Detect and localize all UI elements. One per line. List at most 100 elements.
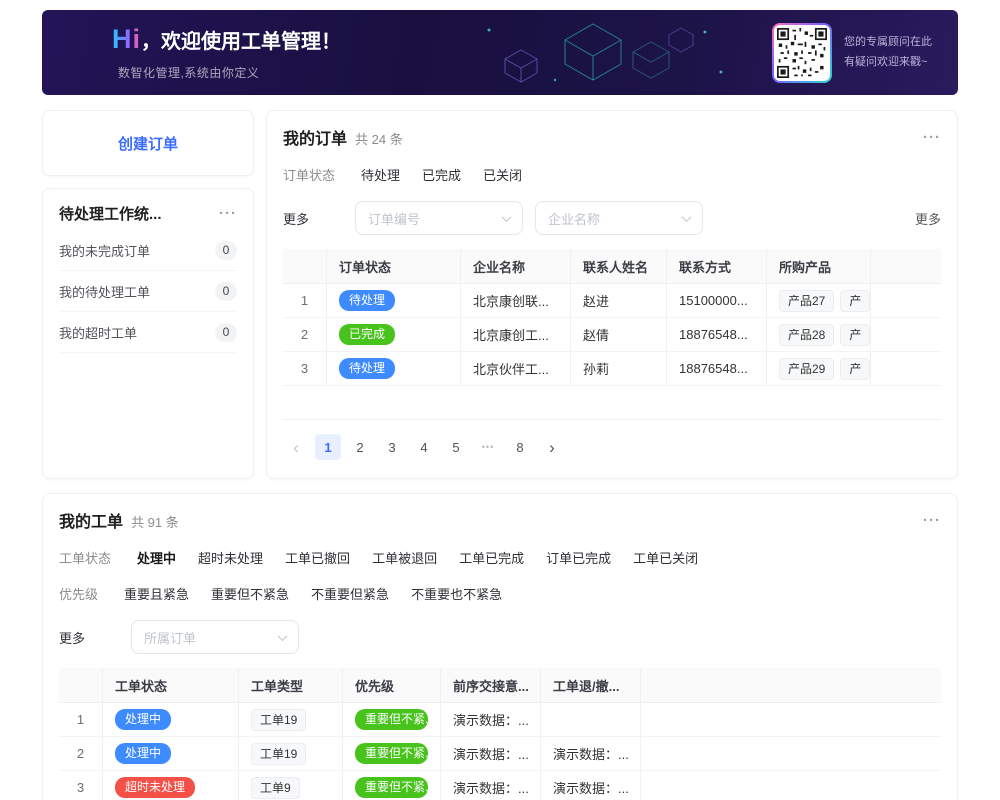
welcome-banner: Hi ，欢迎使用工单管理！ 数智化管理,系统由你定义 <box>42 10 958 95</box>
priority-badge: 重要但不紧... <box>355 777 428 798</box>
page-button-1[interactable]: 1 <box>315 434 341 460</box>
banner-right: 您的专属顾问在此 有疑问欢迎来戳~ <box>772 23 932 83</box>
orders-table-header: 订单状态 企业名称 联系人姓名 联系方式 所购产品 <box>283 249 941 284</box>
page-button-2[interactable]: 2 <box>347 434 373 460</box>
ticket-status-badge: 处理中 <box>115 709 171 730</box>
row-index: 3 <box>283 352 327 385</box>
chevron-down-icon <box>502 212 512 222</box>
filter-option-important-not-urgent[interactable]: 重要但不紧急 <box>211 584 289 603</box>
priority-filter-row: 优先级 重要且紧急 重要但不紧急 不重要但紧急 不重要也不紧急 <box>59 584 941 603</box>
stats-card-title: 待处理工作统... <box>59 203 162 224</box>
more-menu-icon[interactable]: ··· <box>923 513 941 528</box>
banner-hi-text: Hi <box>112 24 141 55</box>
order-no-placeholder: 订单编号 <box>368 209 420 228</box>
company-name-placeholder: 企业名称 <box>548 209 600 228</box>
pending-work-stats-card: 待处理工作统... ··· 我的未完成订单 0 我的待处理工单 0 我的超时工单… <box>42 188 254 479</box>
phone-cell: 18876548... <box>667 318 767 351</box>
stat-row-overtime-tickets[interactable]: 我的超时工单 0 <box>59 312 237 353</box>
filter-option-processing[interactable]: 处理中 <box>137 548 176 567</box>
create-order-button[interactable]: 创建订单 <box>118 133 178 154</box>
chevron-down-icon <box>682 212 692 222</box>
order-row[interactable]: 1 待处理 北京康创联... 赵进 15100000... 产品27产 <box>283 284 941 318</box>
more-menu-icon[interactable]: ··· <box>923 130 941 145</box>
return-withdraw-cell <box>541 703 641 736</box>
header-contact: 联系人姓名 <box>571 249 667 283</box>
stat-row-pending-tickets[interactable]: 我的待处理工单 0 <box>59 271 237 312</box>
orders-more-link[interactable]: 更多 <box>915 209 941 228</box>
header-index <box>59 668 103 702</box>
header-product: 所购产品 <box>767 249 871 283</box>
banner-title: ，欢迎使用工单管理！ <box>141 25 341 54</box>
phone-cell: 18876548... <box>667 352 767 385</box>
header-filler <box>641 668 941 702</box>
qr-note-line2: 有疑问欢迎来戳~ <box>844 53 932 73</box>
order-status-filter-label: 订单状态 <box>283 165 335 184</box>
company-cell: 北京康创联... <box>461 284 571 317</box>
ticket-status-badge: 超时未处理 <box>115 777 195 798</box>
filter-option-order-pending[interactable]: 待处理 <box>361 165 400 184</box>
order-row[interactable]: 3 待处理 北京伙伴工... 孙莉 18876548... 产品29产 <box>283 352 941 386</box>
filter-option-returned[interactable]: 工单被退回 <box>372 548 437 567</box>
empty-row <box>283 386 941 420</box>
header-priority: 优先级 <box>343 668 441 702</box>
stat-value: 0 <box>215 282 237 301</box>
ticket-row[interactable]: 2 处理中 工单19 重要但不紧... 演示数据：... 演示数据：... <box>59 737 941 771</box>
ticket-type-tag: 工单9 <box>251 777 300 799</box>
order-row[interactable]: 2 已完成 北京康创工... 赵倩 18876548... 产品28产 <box>283 318 941 352</box>
orders-more-filter-row: 更多 订单编号 企业名称 更多 <box>283 201 941 235</box>
product-tag-truncated: 产 <box>840 358 870 380</box>
filter-option-order-done[interactable]: 订单已完成 <box>546 548 611 567</box>
stat-row-unfinished-orders[interactable]: 我的未完成订单 0 <box>59 230 237 271</box>
filter-option-not-important-not-urgent[interactable]: 不重要也不紧急 <box>411 584 502 603</box>
filter-option-ticket-closed[interactable]: 工单已关闭 <box>633 548 698 567</box>
tickets-panel-title: 我的工单 <box>59 508 123 532</box>
parent-order-placeholder: 所属订单 <box>144 628 196 647</box>
priority-badge: 重要但不紧... <box>355 743 428 764</box>
company-name-select[interactable]: 企业名称 <box>535 201 703 235</box>
order-status-filter-row: 订单状态 待处理 已完成 已关闭 <box>283 165 941 184</box>
filter-option-withdrawn[interactable]: 工单已撤回 <box>285 548 350 567</box>
filter-option-not-important-urgent[interactable]: 不重要但紧急 <box>311 584 389 603</box>
filter-option-order-done[interactable]: 已完成 <box>422 165 461 184</box>
product-tag-truncated: 产 <box>840 324 870 346</box>
chevron-down-icon <box>278 631 288 641</box>
filter-option-ticket-done[interactable]: 工单已完成 <box>459 548 524 567</box>
page-button-8[interactable]: 8 <box>507 434 533 460</box>
ticket-type-tag: 工单19 <box>251 743 306 765</box>
row-index: 3 <box>59 771 103 800</box>
stat-value: 0 <box>215 241 237 260</box>
row-index: 2 <box>283 318 327 351</box>
qr-note: 您的专属顾问在此 有疑问欢迎来戳~ <box>844 33 932 73</box>
page-ellipsis[interactable]: ••• <box>475 434 501 460</box>
header-company: 企业名称 <box>461 249 571 283</box>
stat-value: 0 <box>215 323 237 342</box>
more-menu-icon[interactable]: ··· <box>219 206 237 221</box>
parent-order-select[interactable]: 所属订单 <box>131 620 299 654</box>
ticket-row[interactable]: 1 处理中 工单19 重要但不紧... 演示数据：... <box>59 703 941 737</box>
contact-cell: 孙莉 <box>571 352 667 385</box>
next-page-button[interactable]: › <box>539 434 565 460</box>
ticket-row[interactable]: 3 超时未处理 工单9 重要但不紧... 演示数据：... 演示数据：... <box>59 771 941 800</box>
order-status-badge: 待处理 <box>339 290 395 311</box>
left-sidebar: 创建订单 待处理工作统... ··· 我的未完成订单 0 我的待处理工单 0 我… <box>42 110 254 479</box>
order-no-select[interactable]: 订单编号 <box>355 201 523 235</box>
qr-note-line1: 您的专属顾问在此 <box>844 33 932 53</box>
page-button-3[interactable]: 3 <box>379 434 405 460</box>
product-tag-truncated: 产 <box>840 290 870 312</box>
header-return-withdraw: 工单退/撤... <box>541 668 641 702</box>
product-tag: 产品27 <box>779 290 834 312</box>
prev-page-button[interactable]: ‹ <box>283 434 309 460</box>
priority-badge: 重要但不紧... <box>355 709 428 730</box>
page-button-5[interactable]: 5 <box>443 434 469 460</box>
orders-panel-title: 我的订单 <box>283 125 347 149</box>
phone-cell: 15100000... <box>667 284 767 317</box>
order-status-badge: 已完成 <box>339 324 395 345</box>
ticket-type-tag: 工单19 <box>251 709 306 731</box>
page-button-4[interactable]: 4 <box>411 434 437 460</box>
filter-option-important-urgent[interactable]: 重要且紧急 <box>124 584 189 603</box>
content-row: 创建订单 待处理工作统... ··· 我的未完成订单 0 我的待处理工单 0 我… <box>42 110 958 479</box>
ticket-status-badge: 处理中 <box>115 743 171 764</box>
filter-option-order-closed[interactable]: 已关闭 <box>483 165 522 184</box>
banner-text: Hi ，欢迎使用工单管理！ 数智化管理,系统由你定义 <box>112 24 341 81</box>
filter-option-overtime[interactable]: 超时未处理 <box>198 548 263 567</box>
